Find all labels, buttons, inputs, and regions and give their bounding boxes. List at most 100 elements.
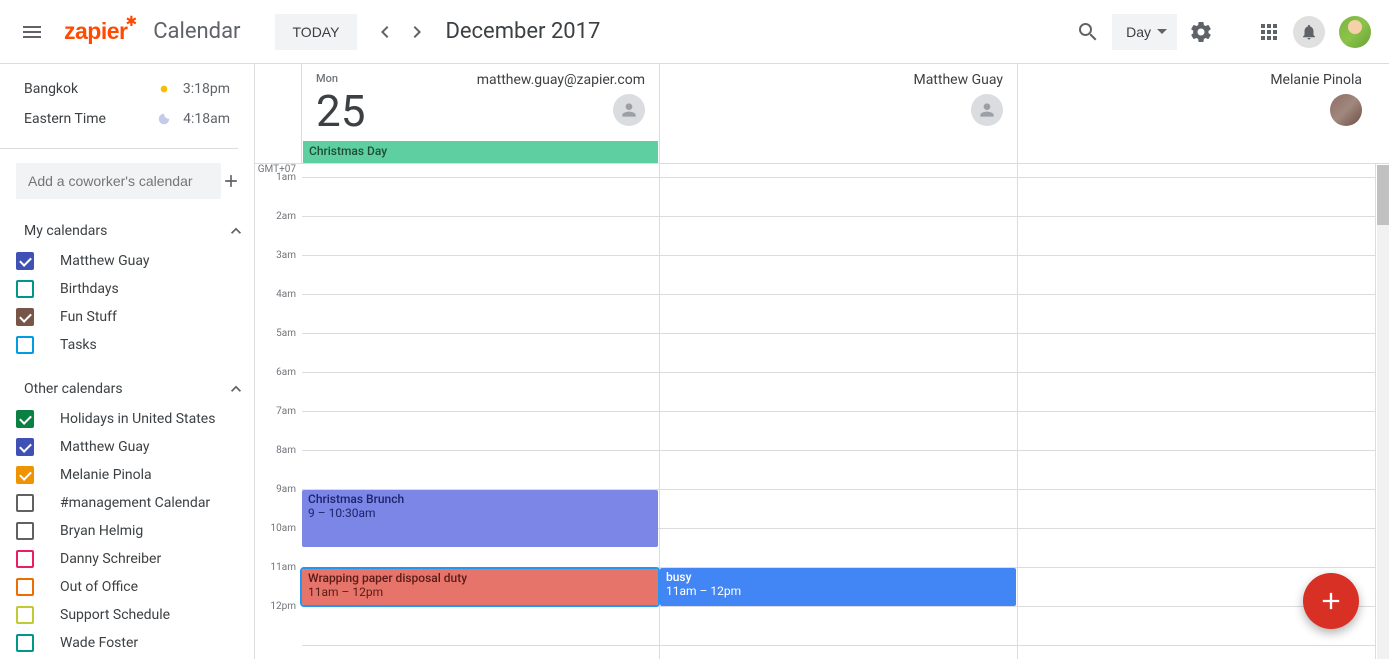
calendar-label: Out of Office	[60, 579, 138, 595]
event-time: 9 – 10:30am	[308, 506, 376, 520]
calendar-checkbox[interactable]	[16, 438, 34, 456]
calendar-checkbox[interactable]	[16, 280, 34, 298]
search-button[interactable]	[1068, 12, 1108, 52]
person-column-header: Matthew Guay	[660, 64, 1018, 163]
calendar-item[interactable]: Melanie Pinola	[0, 461, 254, 489]
calendar-checkbox[interactable]	[16, 578, 34, 596]
column-owner: matthew.guay@zapier.com	[477, 72, 645, 88]
column-avatar[interactable]	[1330, 94, 1362, 126]
date-range-label[interactable]: December 2017	[445, 19, 600, 44]
calendar-item[interactable]: Matthew Guay	[0, 433, 254, 461]
date-gutter	[255, 64, 302, 163]
calendar-event[interactable]: busy11am – 12pm	[660, 568, 1016, 606]
schedule-view: Mon25 matthew.guay@zapier.com Christmas …	[254, 64, 1389, 659]
timezone-time: 3:18pm	[183, 81, 230, 97]
calendar-section-header[interactable]: My calendars	[0, 215, 254, 247]
event-title: busy	[666, 570, 1010, 584]
logo[interactable]: zapier✱ Calendar	[64, 18, 241, 45]
person-column-header: Mon25 matthew.guay@zapier.com Christmas …	[302, 64, 660, 163]
person-column-header: Melanie Pinola	[1018, 64, 1376, 163]
calendar-event[interactable]: Christmas Brunch9 – 10:30am	[302, 490, 658, 547]
calendar-item[interactable]: Danny Schreiber	[0, 545, 254, 573]
create-event-button[interactable]	[1303, 573, 1359, 629]
calendar-item[interactable]: Out of Office	[0, 573, 254, 601]
time-gutter: GMT+07 1am2am3am4am5am6am7am8am9am10am11…	[255, 164, 302, 659]
schedule-body[interactable]: GMT+07 1am2am3am4am5am6am7am8am9am10am11…	[255, 164, 1389, 659]
calendar-label: Wade Foster	[60, 635, 138, 651]
timezone-row[interactable]: Eastern Time 4:18am	[0, 104, 254, 134]
plus-icon	[221, 171, 241, 191]
dropdown-icon	[1157, 29, 1167, 34]
person-column[interactable]: Christmas Brunch9 – 10:30am Wrapping pape…	[302, 164, 660, 659]
schedule-header: Mon25 matthew.guay@zapier.com Christmas …	[255, 64, 1389, 164]
hamburger-icon	[20, 20, 44, 44]
calendar-checkbox[interactable]	[16, 606, 34, 624]
calendar-section-header[interactable]: Other calendars	[0, 373, 254, 405]
date-nav	[369, 16, 433, 48]
calendar-checkbox[interactable]	[16, 550, 34, 568]
calendar-checkbox[interactable]	[16, 252, 34, 270]
calendar-checkbox[interactable]	[16, 336, 34, 354]
calendar-item[interactable]: Fun Stuff	[0, 303, 254, 331]
apps-button[interactable]	[1249, 12, 1289, 52]
today-button[interactable]: TODAY	[275, 14, 358, 50]
moon-icon	[155, 110, 173, 128]
calendar-checkbox[interactable]	[16, 494, 34, 512]
calendar-label: Matthew Guay	[60, 253, 150, 269]
calendar-event[interactable]: Wrapping paper disposal duty11am – 12pm	[302, 569, 658, 605]
event-title: Christmas Brunch	[308, 492, 652, 506]
column-owner: Matthew Guay	[913, 72, 1003, 88]
column-owner: Melanie Pinola	[1270, 72, 1362, 88]
next-button[interactable]	[401, 16, 433, 48]
allday-event[interactable]: Christmas Day	[303, 141, 658, 163]
calendar-label: Matthew Guay	[60, 439, 150, 455]
chevron-right-icon	[405, 20, 429, 44]
user-avatar[interactable]	[1339, 16, 1371, 48]
divider	[0, 148, 238, 149]
settings-button[interactable]	[1181, 12, 1221, 52]
add-coworker-input[interactable]	[16, 163, 221, 199]
person-column[interactable]: busy11am – 12pm	[660, 164, 1018, 659]
gear-icon	[1189, 20, 1213, 44]
view-selector-label: Day	[1126, 24, 1151, 40]
prev-button[interactable]	[369, 16, 401, 48]
timezone-row[interactable]: Bangkok 3:18pm	[0, 74, 254, 104]
header-right: Day	[1068, 12, 1381, 52]
calendar-checkbox[interactable]	[16, 634, 34, 652]
main-menu-button[interactable]	[8, 8, 56, 56]
calendar-item[interactable]: Tasks	[0, 331, 254, 359]
event-time: 11am – 12pm	[308, 585, 383, 599]
chevron-up-icon	[226, 221, 246, 241]
day-number[interactable]: 25	[316, 89, 365, 133]
add-coworker-button[interactable]	[221, 163, 241, 199]
sidebar: Bangkok 3:18pmEastern Time 4:18am My cal…	[0, 64, 254, 659]
calendar-item[interactable]: Holidays in United States	[0, 405, 254, 433]
apps-grid-icon	[1257, 20, 1281, 44]
calendar-checkbox[interactable]	[16, 308, 34, 326]
calendar-item[interactable]: Wade Foster	[0, 629, 254, 657]
calendar-item[interactable]: Bryan Helmig	[0, 517, 254, 545]
event-title: Wrapping paper disposal duty	[308, 571, 652, 585]
plus-icon	[1317, 587, 1345, 615]
calendar-checkbox[interactable]	[16, 466, 34, 484]
scrollbar[interactable]	[1377, 165, 1389, 659]
calendar-item[interactable]: #management Calendar	[0, 489, 254, 517]
timezone-name: Bangkok	[24, 81, 155, 97]
column-avatar[interactable]	[613, 94, 645, 126]
calendar-item[interactable]: Support Schedule	[0, 601, 254, 629]
logo-text: zapier	[64, 18, 127, 45]
bell-icon	[1300, 23, 1318, 41]
view-selector[interactable]: Day	[1112, 14, 1177, 50]
app-name: Calendar	[153, 19, 240, 44]
column-avatar[interactable]	[971, 94, 1003, 126]
calendar-checkbox[interactable]	[16, 522, 34, 540]
main-content: Bangkok 3:18pmEastern Time 4:18am My cal…	[0, 64, 1389, 659]
calendar-item[interactable]: Birthdays	[0, 275, 254, 303]
calendar-item[interactable]: Matthew Guay	[0, 247, 254, 275]
calendar-label: #management Calendar	[60, 495, 210, 511]
notifications-button[interactable]	[1293, 16, 1325, 48]
calendar-label: Holidays in United States	[60, 411, 215, 427]
section-title: My calendars	[24, 223, 226, 239]
calendar-label: Tasks	[60, 337, 97, 353]
calendar-checkbox[interactable]	[16, 410, 34, 428]
